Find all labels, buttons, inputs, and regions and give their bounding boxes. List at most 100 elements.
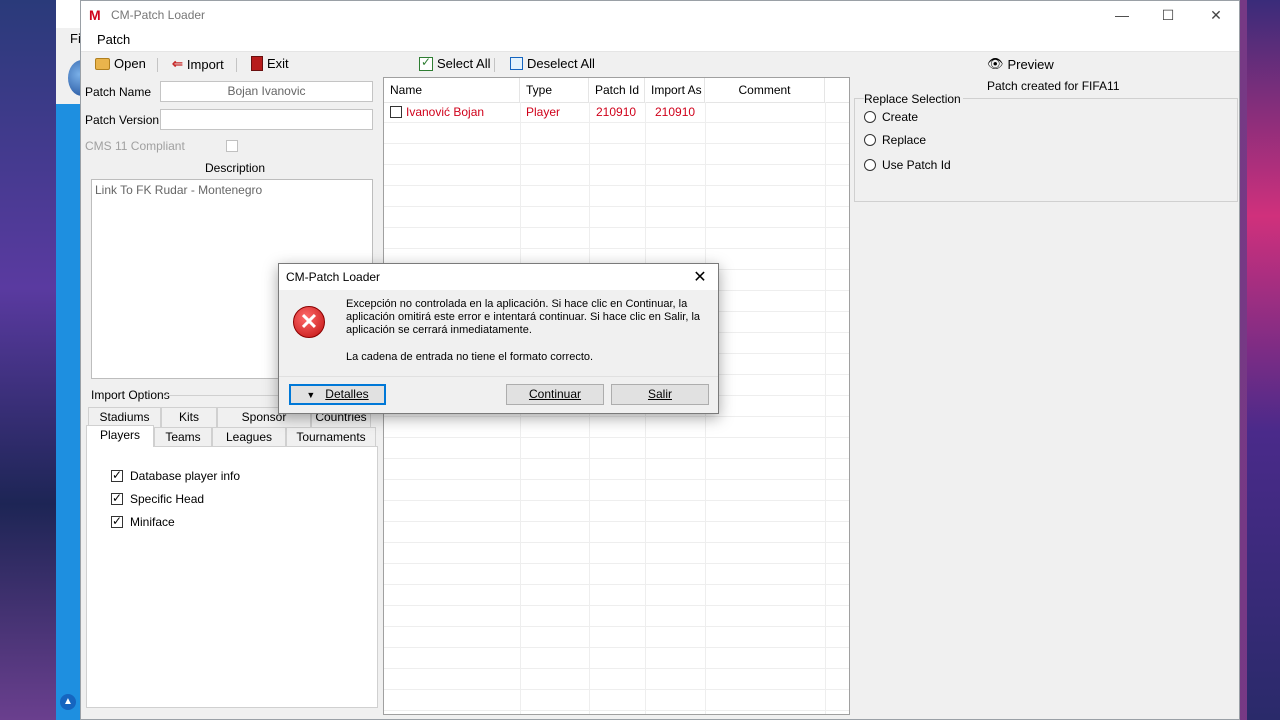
option-label: Miniface: [130, 515, 175, 529]
row-import-as: 210910: [655, 105, 696, 119]
radio-create[interactable]: Create: [864, 110, 918, 124]
tab-players[interactable]: Players: [86, 425, 154, 447]
deselect-all-label: Deselect All: [527, 56, 595, 71]
row-type: Player: [526, 105, 561, 119]
menu-patch[interactable]: Patch: [97, 32, 130, 47]
dialog-detail-text: La cadena de entrada no tiene el formato…: [346, 351, 594, 363]
radio-use-patch-id[interactable]: Use Patch Id: [864, 158, 951, 172]
details-button[interactable]: ▼ Detalles: [289, 384, 386, 405]
dialog-message: Excepción no controlada en la aplicación…: [346, 298, 701, 336]
grid-line: [384, 164, 849, 165]
select-all-label: Select All: [437, 56, 491, 71]
dialog-close-button[interactable]: ✕: [690, 267, 710, 287]
column-import-as[interactable]: Import As: [645, 78, 705, 102]
option-database-player-info[interactable]: Database player info: [111, 468, 241, 483]
scroll-up-icon[interactable]: ▲: [60, 694, 76, 710]
open-button[interactable]: Open: [95, 56, 146, 71]
preview-button[interactable]: 👁 Preview: [987, 56, 1054, 72]
tab-teams[interactable]: Teams: [154, 427, 212, 447]
exit-button[interactable]: Exit: [251, 56, 289, 71]
description-label: Description: [205, 161, 266, 175]
preview-label: Preview: [1007, 56, 1054, 72]
option-label: Specific Head: [130, 492, 205, 506]
patch-version-input[interactable]: [160, 109, 373, 130]
open-label: Open: [114, 56, 146, 71]
caret-down-icon: ▼: [306, 390, 316, 400]
eye-icon: 👁: [987, 56, 1004, 71]
grid-line: [384, 605, 849, 606]
row-patch-id: 210910: [596, 105, 637, 119]
checkbox-unchecked-icon: [510, 57, 523, 70]
patch-name-label: Patch Name: [85, 85, 152, 99]
exit-dialog-button[interactable]: Salir: [611, 384, 709, 405]
desktop-background-left: [0, 0, 56, 720]
menu-bar: Patch: [81, 29, 1239, 52]
players-tab-panel: [86, 446, 378, 708]
toolbar-separator: [494, 58, 495, 72]
continue-button[interactable]: Continuar: [506, 384, 604, 405]
column-patch-id[interactable]: Patch Id: [589, 78, 645, 102]
import-label: Import: [186, 56, 224, 72]
grid-line: [384, 500, 849, 501]
import-button[interactable]: ⇐ Import: [172, 56, 224, 72]
row-checkbox[interactable]: [390, 106, 402, 118]
grid-line: [384, 647, 849, 648]
grid-line: [825, 102, 826, 714]
minimize-button[interactable]: —: [1099, 1, 1145, 29]
column-comment[interactable]: Comment: [705, 78, 825, 102]
option-miniface[interactable]: Miniface: [111, 514, 175, 529]
option-label: Database player info: [130, 469, 241, 483]
checkbox-checked-icon: [111, 514, 123, 528]
select-all-button[interactable]: Select All: [419, 55, 491, 71]
grid-line: [384, 206, 849, 207]
toolbar: Open ⇐ Import Exit Select All Deselect A…: [81, 52, 1239, 76]
checkbox-checked-icon: [419, 55, 433, 71]
radio-label: Use Patch Id: [882, 158, 951, 172]
grid-line: [384, 521, 849, 522]
patch-created-text: Patch created for FIFA11: [987, 79, 1120, 93]
maximize-button[interactable]: ☐: [1145, 1, 1191, 29]
tab-tournaments[interactable]: Tournaments: [286, 427, 376, 447]
exit-door-icon: [251, 56, 263, 71]
window-title: CM-Patch Loader: [111, 8, 206, 22]
column-name[interactable]: Name: [384, 78, 520, 102]
toolbar-separator: [157, 58, 158, 72]
column-type[interactable]: Type: [520, 78, 589, 102]
folder-open-icon: [95, 57, 110, 70]
tab-leagues[interactable]: Leagues: [212, 427, 286, 447]
grid-line: [384, 458, 849, 459]
option-specific-head[interactable]: Specific Head: [111, 491, 205, 506]
continue-label: Continuar: [528, 387, 582, 401]
patch-version-label: Patch Version: [85, 113, 160, 127]
radio-label: Replace: [882, 133, 927, 147]
import-arrow-icon: ⇐: [172, 56, 183, 71]
list-header: Name Type Patch Id Import As Comment: [384, 78, 849, 103]
grid-line: [384, 563, 849, 564]
patch-name-input[interactable]: Bojan Ivanovic: [160, 81, 373, 102]
exit-dialog-label: Salir: [647, 387, 672, 401]
tab-kits[interactable]: Kits: [161, 407, 217, 427]
exit-label: Exit: [267, 56, 289, 71]
radio-replace[interactable]: Replace: [864, 133, 926, 147]
grid-line: [384, 584, 849, 585]
dialog-title: CM-Patch Loader: [286, 270, 381, 284]
cms-compliant-checkbox[interactable]: [226, 140, 238, 152]
grid-line: [384, 668, 849, 669]
replace-selection-label: Replace Selection: [864, 92, 963, 106]
row-name: Ivanović Bojan: [406, 105, 485, 119]
grid-line: [384, 437, 849, 438]
grid-line: [384, 416, 849, 417]
deselect-all-button[interactable]: Deselect All: [510, 56, 595, 71]
cms-compliant-label: CMS 11 Compliant: [85, 139, 185, 153]
radio-button-icon: [864, 159, 876, 171]
grid-line: [384, 143, 849, 144]
import-options-label: Import Options: [91, 388, 170, 402]
dialog-title-bar: CM-Patch Loader ✕: [279, 264, 718, 290]
grid-line: [384, 710, 849, 711]
tab-stadiums[interactable]: Stadiums: [88, 407, 161, 427]
grid-line: [384, 542, 849, 543]
grid-line: [384, 227, 849, 228]
radio-label: Create: [882, 110, 919, 124]
close-button[interactable]: ✕: [1193, 1, 1239, 29]
toolbar-separator: [236, 58, 237, 72]
